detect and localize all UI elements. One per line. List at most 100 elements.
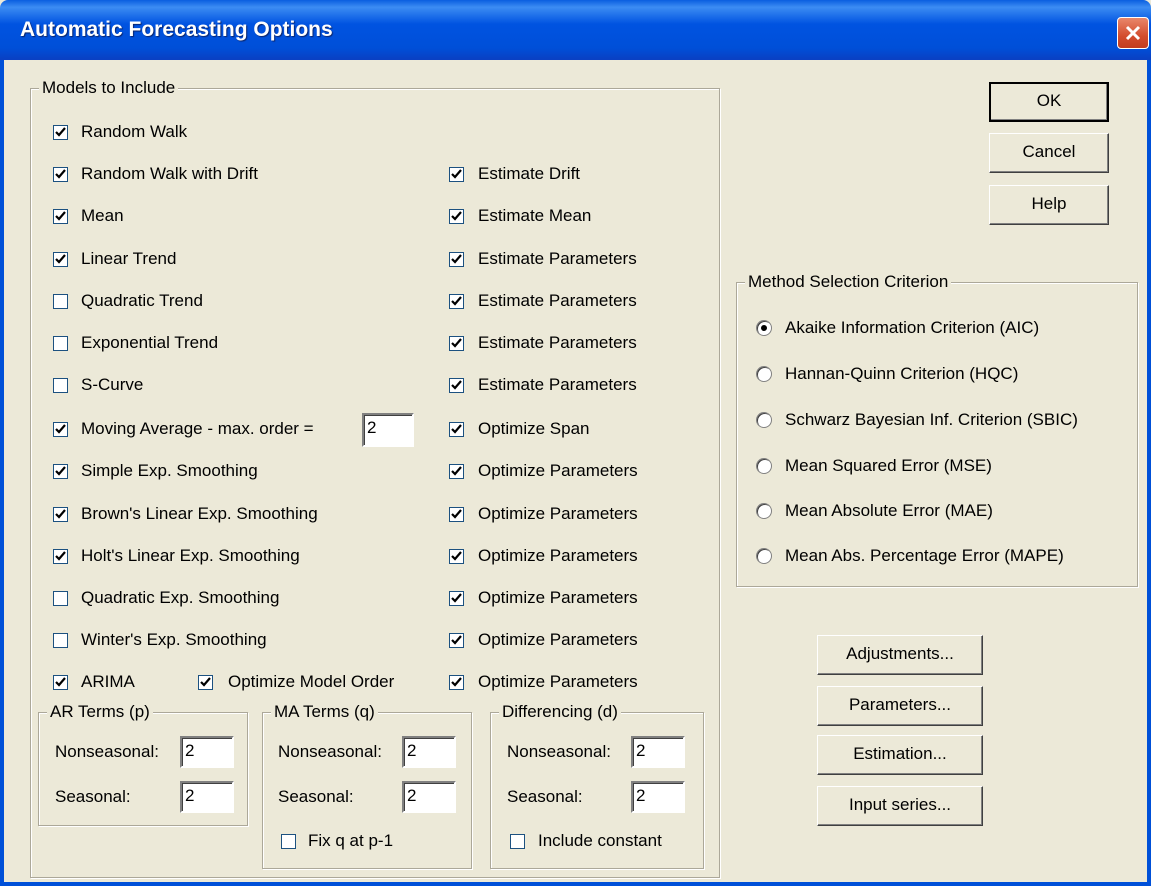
diff-nonseasonal-input[interactable]: 2 <box>631 736 685 768</box>
model-checkbox[interactable] <box>53 675 68 690</box>
adjustments-button[interactable]: Adjustments... <box>817 635 983 675</box>
model-label: Random Walk with Drift <box>81 164 258 183</box>
checkmark-icon <box>55 677 66 687</box>
criterion-radio[interactable] <box>756 458 772 474</box>
window-title: Automatic Forecasting Options <box>20 18 333 41</box>
model-label: Mean <box>81 206 124 225</box>
model-label: Random Walk <box>81 122 188 141</box>
criterion-label: Schwarz Bayesian Inf. Criterion (SBIC) <box>785 410 1078 429</box>
checkmark-icon <box>451 169 462 179</box>
checkmark-icon <box>451 551 462 561</box>
ma-seasonal-label: Seasonal: <box>278 787 354 806</box>
model-option-label: Optimize Parameters <box>478 630 638 649</box>
model-label: Quadratic Trend <box>81 291 203 310</box>
checkmark-icon <box>451 466 462 476</box>
model-checkbox[interactable] <box>53 507 68 522</box>
model-checkbox[interactable] <box>53 422 68 437</box>
model-option-label: Estimate Parameters <box>478 333 637 352</box>
cancel-button[interactable]: Cancel <box>989 133 1109 173</box>
ok-button[interactable]: OK <box>989 82 1109 122</box>
model-label: Simple Exp. Smoothing <box>81 461 258 480</box>
include-constant-checkbox[interactable] <box>510 834 525 849</box>
estimation-button[interactable]: Estimation... <box>817 735 983 775</box>
diff-seasonal-input[interactable]: 2 <box>631 781 685 813</box>
model-option-label: Optimize Parameters <box>478 546 638 565</box>
model-checkbox[interactable] <box>53 549 68 564</box>
model-label: Winter's Exp. Smoothing <box>81 630 267 649</box>
model-checkbox[interactable] <box>53 252 68 267</box>
fix-q-label: Fix q at p-1 <box>308 831 394 850</box>
parameters-button[interactable]: Parameters... <box>817 686 983 726</box>
title-bar: Automatic Forecasting Options <box>0 0 1151 60</box>
model-option-label: Optimize Parameters <box>478 504 638 523</box>
checkmark-icon <box>55 509 66 519</box>
ma-seasonal-input[interactable]: 2 <box>402 781 456 813</box>
ma-nonseasonal-label: Nonseasonal: <box>278 742 382 761</box>
checkmark-icon <box>451 254 462 264</box>
model-checkbox[interactable] <box>53 378 68 393</box>
model-checkbox[interactable] <box>53 633 68 648</box>
model-label: Exponential Trend <box>81 333 219 352</box>
model-option-label: Optimize Parameters <box>478 588 638 607</box>
model-option-checkbox[interactable] <box>449 252 464 267</box>
model-checkbox[interactable] <box>53 209 68 224</box>
checkmark-icon <box>451 509 462 519</box>
checkmark-icon <box>55 127 66 137</box>
checkmark-icon <box>200 677 211 687</box>
model-option-checkbox[interactable] <box>449 167 464 182</box>
ar-seasonal-input[interactable]: 2 <box>180 781 234 813</box>
checkmark-icon <box>451 635 462 645</box>
criterion-radio[interactable] <box>756 503 772 519</box>
criterion-radio[interactable] <box>756 412 772 428</box>
model-option-label: Optimize Parameters <box>478 672 638 691</box>
models-group-legend: Models to Include <box>39 78 179 98</box>
diff-nonseasonal-label: Nonseasonal: <box>507 742 611 761</box>
criterion-legend: Method Selection Criterion <box>745 272 952 292</box>
model-option-checkbox[interactable] <box>449 591 464 606</box>
ma-nonseasonal-input[interactable]: 2 <box>402 736 456 768</box>
fix-q-checkbox[interactable] <box>281 834 296 849</box>
differencing-legend: Differencing (d) <box>499 702 621 722</box>
criterion-radio[interactable] <box>756 320 772 336</box>
criterion-label: Akaike Information Criterion (AIC) <box>785 318 1040 337</box>
input-series-button[interactable]: Input series... <box>817 786 983 826</box>
model-option-checkbox[interactable] <box>449 549 464 564</box>
model-checkbox[interactable] <box>53 167 68 182</box>
ar-nonseasonal-input[interactable]: 2 <box>180 736 234 768</box>
checkmark-icon <box>55 424 66 434</box>
criterion-radio[interactable] <box>756 366 772 382</box>
model-checkbox[interactable] <box>53 125 68 140</box>
model-option-checkbox[interactable] <box>449 336 464 351</box>
model-option-checkbox[interactable] <box>449 507 464 522</box>
criterion-label: Mean Squared Error (MSE) <box>785 456 992 475</box>
help-button[interactable]: Help <box>989 185 1109 225</box>
model-option-checkbox[interactable] <box>449 422 464 437</box>
model-checkbox[interactable] <box>53 464 68 479</box>
model-label: ARIMA <box>81 672 135 691</box>
model-label: S-Curve <box>81 375 144 394</box>
model-option-checkbox[interactable] <box>449 464 464 479</box>
model-option-checkbox[interactable] <box>449 675 464 690</box>
optimize-model-order-checkbox[interactable] <box>198 675 213 690</box>
model-option-checkbox[interactable] <box>449 633 464 648</box>
model-option-label: Estimate Drift <box>478 164 581 183</box>
model-label: Brown's Linear Exp. Smoothing <box>81 504 318 523</box>
model-option-label: Estimate Mean <box>478 206 592 225</box>
ma-terms-legend: MA Terms (q) <box>271 702 378 722</box>
model-option-checkbox[interactable] <box>449 209 464 224</box>
criterion-radio[interactable] <box>756 548 772 564</box>
model-option-checkbox[interactable] <box>449 378 464 393</box>
ar-terms-legend: AR Terms (p) <box>47 702 153 722</box>
model-option-label: Optimize Span <box>478 419 590 438</box>
model-checkbox[interactable] <box>53 591 68 606</box>
checkmark-icon <box>55 254 66 264</box>
model-label: Holt's Linear Exp. Smoothing <box>81 546 300 565</box>
model-option-checkbox[interactable] <box>449 294 464 309</box>
model-checkbox[interactable] <box>53 294 68 309</box>
moving-average-order-input[interactable]: 2 <box>362 413 414 447</box>
checkmark-icon <box>451 380 462 390</box>
model-checkbox[interactable] <box>53 336 68 351</box>
close-button[interactable] <box>1117 17 1149 49</box>
model-label: Moving Average - max. order = <box>81 419 314 438</box>
criterion-label: Mean Absolute Error (MAE) <box>785 501 993 520</box>
